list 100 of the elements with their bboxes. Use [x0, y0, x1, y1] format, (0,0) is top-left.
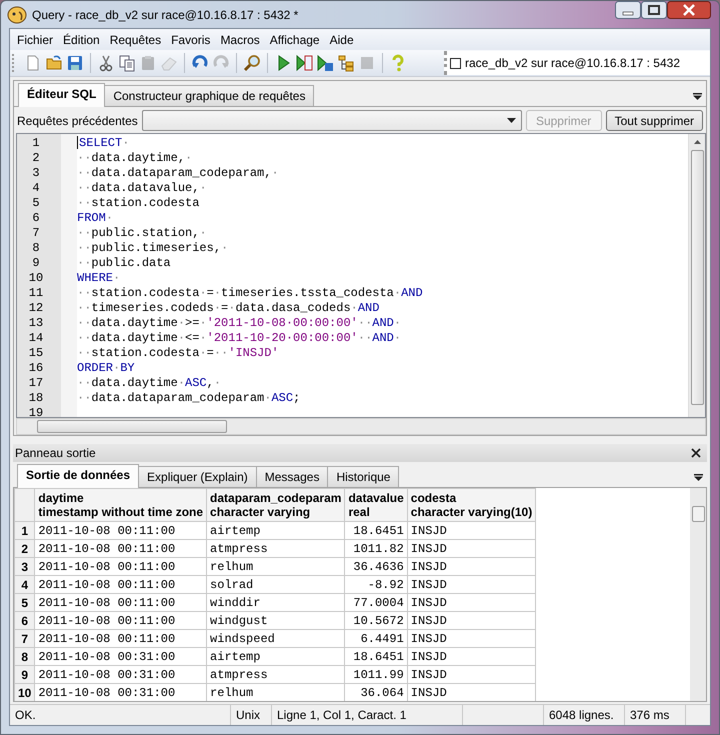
code-line: ··data.daytime,· — [77, 151, 192, 165]
column-header[interactable]: codesta — [410, 491, 532, 505]
table-cell: 10.5672 — [353, 614, 404, 628]
code-line: ··public.station,· — [77, 226, 207, 240]
table-cell: 2011-10-08 00:11:00 — [38, 596, 176, 610]
status-text: Unix — [236, 708, 260, 722]
table-cell: INSJD — [410, 542, 447, 556]
menu-item[interactable]: Fichier — [12, 32, 58, 46]
play-icon[interactable] — [316, 54, 334, 72]
table-cell: windspeed — [210, 632, 275, 646]
scrollbar[interactable] — [16, 418, 706, 435]
line-number: 11 — [28, 286, 44, 301]
table-cell: 2011-10-08 00:11:00 — [38, 632, 176, 646]
play-icon[interactable] — [295, 54, 313, 72]
row-number[interactable]: 1 — [14, 522, 35, 540]
caret-icon[interactable] — [694, 474, 703, 481]
row-number[interactable]: 3 — [14, 558, 35, 576]
table-cell: windgust — [210, 614, 268, 628]
panel-title: Panneau sortie — [15, 446, 96, 460]
tab[interactable]: Messages — [256, 466, 328, 487]
folder-icon[interactable] — [45, 54, 63, 72]
status-text: 376 ms — [630, 708, 670, 722]
connection-field[interactable]: race_db_v2 sur race@10.16.8.17 : 5432 — [444, 51, 710, 75]
line-number: 5 — [31, 196, 41, 211]
dropdown-arrow-icon[interactable] — [506, 118, 516, 123]
caret-icon[interactable] — [693, 93, 702, 100]
table-cell: 36.064 — [360, 686, 404, 700]
row-number[interactable]: 7 — [14, 630, 35, 648]
code-line: ··public.data — [77, 256, 171, 270]
row-number[interactable]: 6 — [14, 612, 35, 630]
table-cell: INSJD — [410, 632, 447, 646]
menu-item[interactable]: Favoris — [166, 32, 216, 46]
maximize-button[interactable] — [641, 1, 667, 19]
row-number[interactable]: 8 — [14, 648, 35, 666]
code-line: SELECT· — [79, 136, 130, 150]
scrollbar[interactable] — [690, 488, 706, 701]
status-text: OK. — [15, 708, 36, 722]
row-number[interactable]: 9 — [14, 666, 35, 684]
table-cell: 1011.99 — [353, 668, 404, 682]
column-type: character varying — [210, 505, 312, 519]
menu-item[interactable]: Requêtes — [104, 32, 166, 46]
table-cell: INSJD — [410, 686, 447, 700]
scissors-icon[interactable] — [97, 54, 115, 72]
line-number: 9 — [31, 256, 41, 271]
code-editor[interactable] — [16, 133, 706, 418]
minimize-button[interactable] — [615, 1, 641, 19]
table-cell: -8.92 — [368, 578, 404, 592]
tab[interactable]: Expliquer (Explain) — [138, 466, 257, 487]
copy-icon[interactable] — [118, 54, 136, 72]
line-number: 2 — [31, 151, 41, 166]
search-icon[interactable] — [243, 54, 261, 72]
code-line: FROM· — [77, 211, 114, 225]
scroll-up-icon[interactable] — [694, 140, 700, 144]
field-label: Requêtes précédentes — [17, 114, 138, 128]
menu-item[interactable]: Édition — [58, 32, 105, 46]
status-text: 6048 lignes. — [549, 708, 614, 722]
table-cell: 2011-10-08 00:31:00 — [38, 686, 176, 700]
row-number[interactable]: 10 — [14, 684, 35, 701]
scroll-thumb[interactable] — [690, 150, 704, 405]
column-type: character varying(10) — [410, 505, 532, 519]
text-cursor — [77, 136, 78, 150]
line-number: 19 — [28, 406, 44, 417]
code-line: WHERE· — [77, 271, 120, 285]
column-header[interactable]: daytime — [38, 491, 204, 505]
checkbox[interactable] — [450, 58, 461, 68]
code-line: ··data.daytime·<=·'2011-10-20·00:00:00'··AND· — [77, 331, 402, 345]
scroll-thumb[interactable] — [692, 506, 704, 522]
diagram-icon[interactable] — [337, 54, 355, 72]
code-line: ··data.dataparam_codeparam,· — [77, 166, 279, 180]
row-number[interactable]: 5 — [14, 594, 35, 612]
tab[interactable]: Éditeur SQL — [18, 83, 106, 107]
line-number: 18 — [28, 391, 44, 406]
table-cell: 2011-10-08 00:11:00 — [38, 578, 176, 592]
menu-item[interactable]: Macros — [215, 32, 265, 46]
close-button[interactable] — [667, 1, 711, 19]
column-header[interactable]: datavalue — [348, 491, 404, 505]
line-number: 14 — [28, 331, 44, 346]
scrollbar[interactable] — [688, 134, 705, 417]
table-cell: INSJD — [410, 560, 447, 574]
code-line: ORDER·BY — [77, 361, 135, 375]
close-icon[interactable] — [691, 448, 701, 458]
tab[interactable]: Sortie de données — [17, 464, 140, 488]
table-cell: INSJD — [410, 650, 447, 664]
code-line: ··data.daytime·>=·'2011-10-08·00:00:00'··AND· — [77, 316, 402, 330]
table-cell: 2011-10-08 00:11:00 — [38, 560, 176, 574]
delete-all-button[interactable]: Tout supprimer — [606, 110, 703, 131]
row-number[interactable]: 4 — [14, 576, 35, 594]
menu-item[interactable]: Aide — [324, 32, 359, 46]
column-header[interactable]: dataparam_codeparam — [210, 491, 342, 505]
tab[interactable]: Constructeur graphique de requêtes — [104, 85, 314, 106]
table-cell: 77.0004 — [353, 596, 404, 610]
tab[interactable]: Historique — [327, 466, 400, 487]
row-number[interactable]: 2 — [14, 540, 35, 558]
code-line: ··data.daytime·ASC,· — [77, 376, 222, 390]
line-number: 13 — [28, 316, 44, 331]
table-cell: 2011-10-08 00:31:00 — [38, 650, 176, 664]
code-line: ··data.datavalue,· — [77, 181, 207, 195]
scroll-thumb[interactable] — [37, 420, 227, 433]
menu-item[interactable]: Affichage — [264, 32, 325, 46]
table-cell: INSJD — [410, 578, 447, 592]
